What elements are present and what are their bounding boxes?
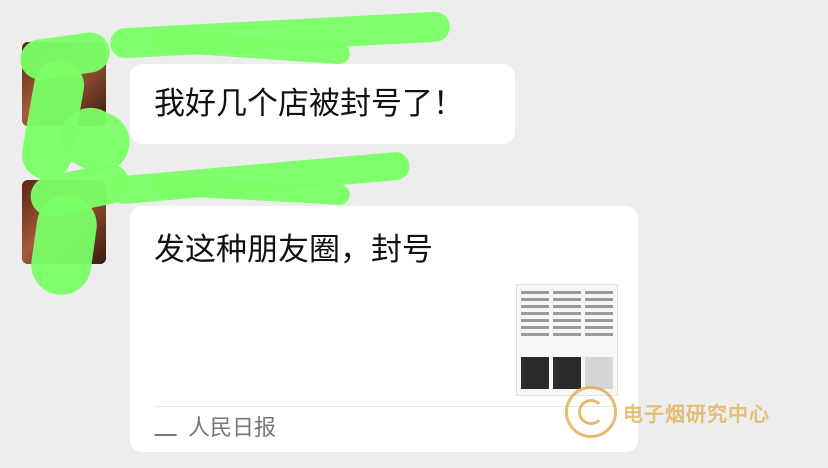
watermark: 电子烟研究中心 xyxy=(565,386,770,438)
card-source[interactable]: 人民日报 xyxy=(154,416,276,442)
newspaper-logo-icon xyxy=(154,418,180,440)
watermark-text: 电子烟研究中心 xyxy=(623,401,770,426)
source-name: 人民日报 xyxy=(188,416,277,441)
message-text: 我好几个店被封号了！ xyxy=(154,86,464,122)
message-text: 发这种朋友圈，封号 xyxy=(154,232,433,268)
message-bubble[interactable]: 发这种朋友圈，封号 人民日报 xyxy=(130,206,638,452)
watermark-logo-icon xyxy=(565,386,617,438)
card-divider xyxy=(154,406,614,407)
message-bubble[interactable]: 我好几个店被封号了！ xyxy=(130,64,515,144)
article-thumbnail[interactable] xyxy=(516,284,618,396)
